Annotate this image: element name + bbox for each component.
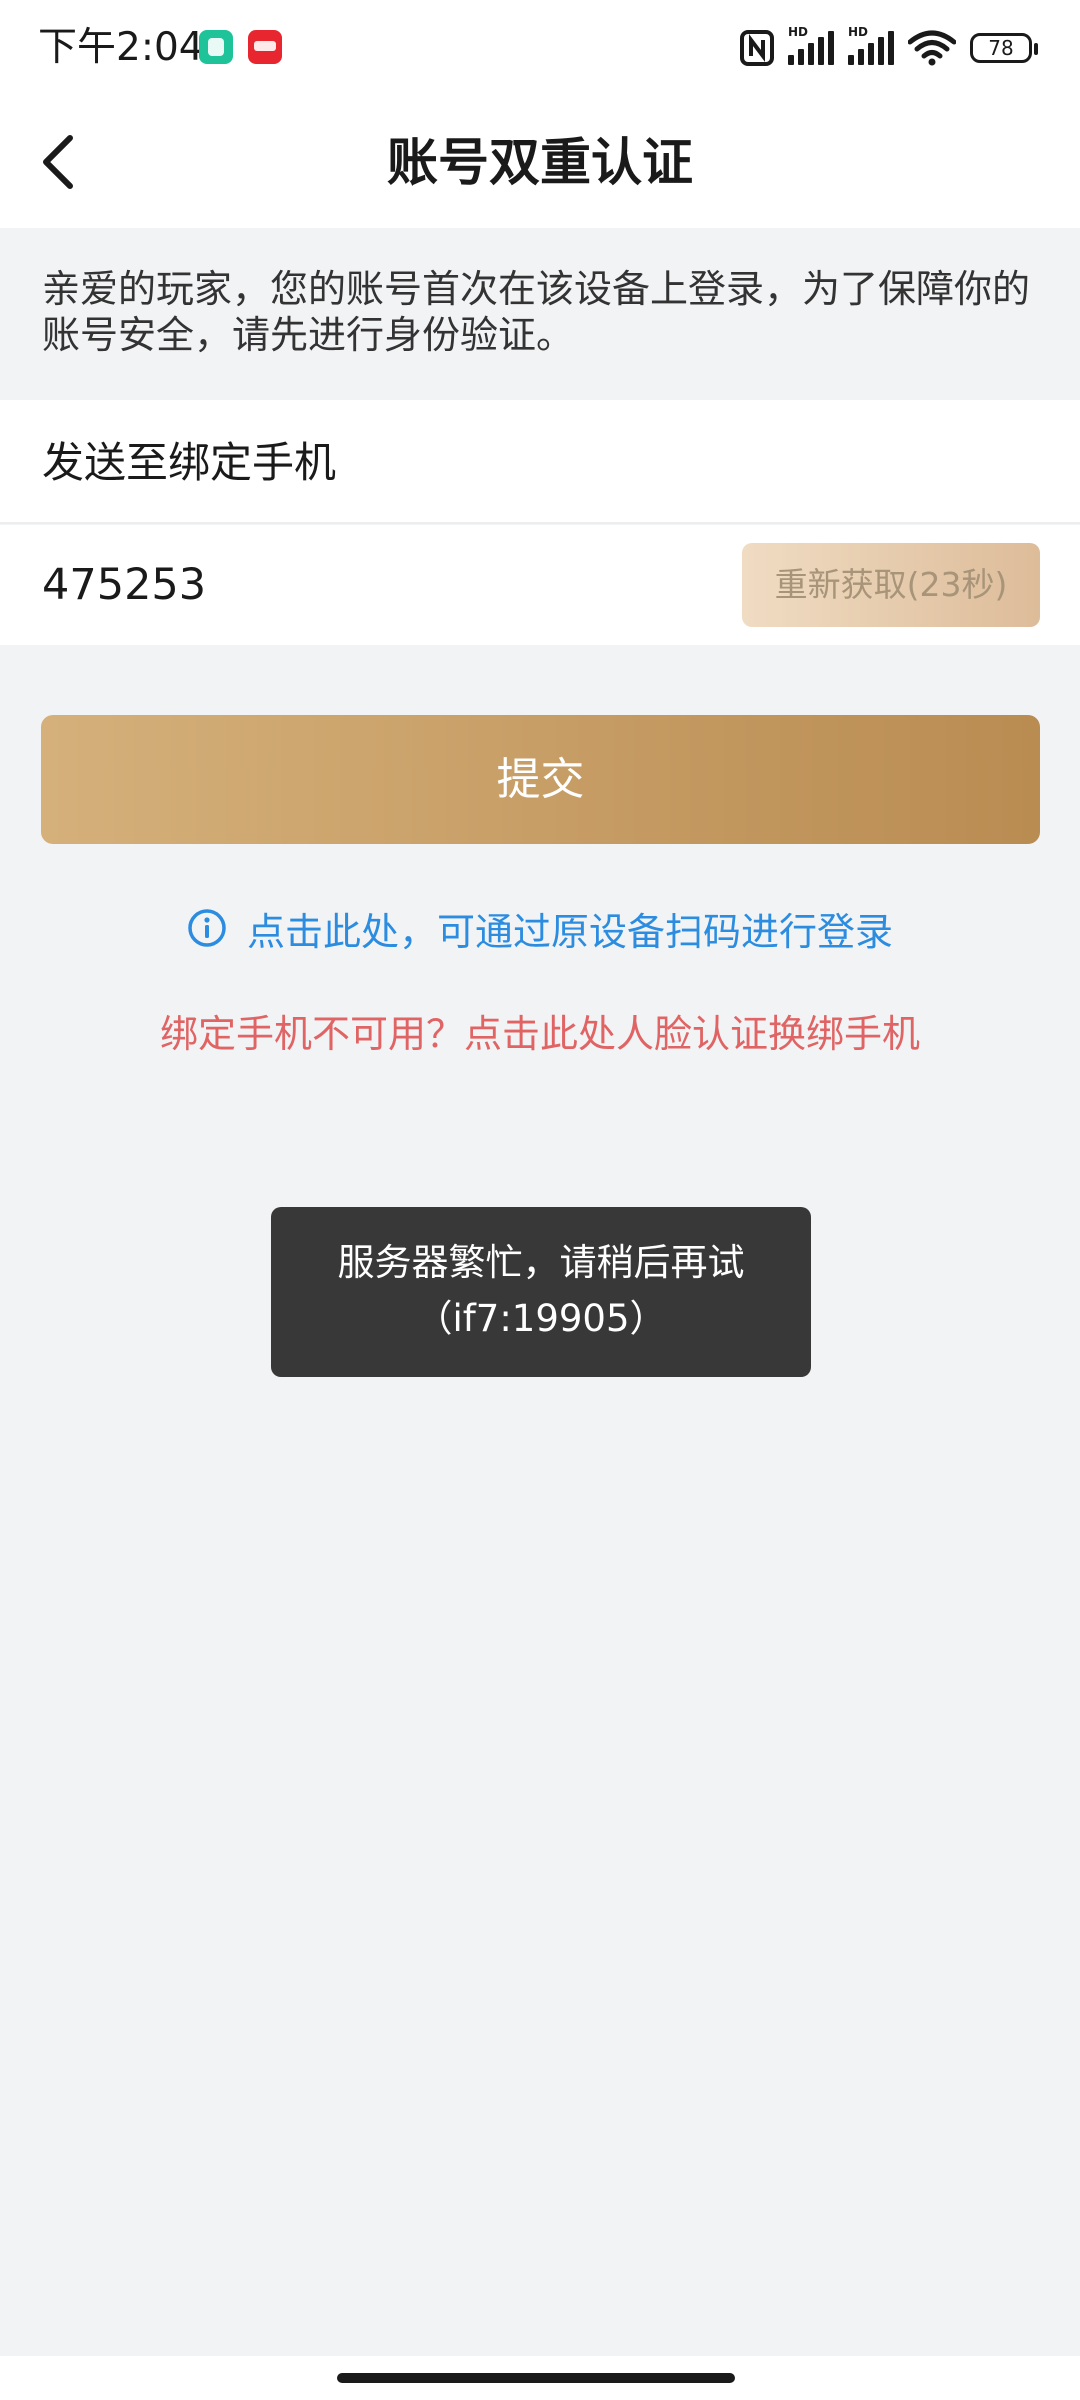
- submit-button[interactable]: 提交: [41, 715, 1040, 844]
- status-bar: 下午2:04 HD HD 78: [0, 0, 1080, 96]
- page-title: 账号双重认证: [386, 134, 693, 193]
- verification-code-input[interactable]: [42, 557, 682, 613]
- verification-code-row: 重新获取(23秒): [0, 525, 1080, 645]
- bound-phone-row: 发送至绑定手机: [0, 400, 1080, 524]
- wifi-icon: [908, 30, 956, 66]
- battery-icon: 78: [970, 33, 1038, 63]
- scan-login-link[interactable]: 点击此处，可通过原设备扫码进行登录: [0, 900, 1080, 956]
- bound-phone-label: 发送至绑定手机: [42, 438, 337, 487]
- cellular-signal-2-icon: HD: [848, 25, 894, 65]
- nfc-icon: [740, 30, 774, 66]
- info-icon: [188, 909, 226, 947]
- scan-login-text: 点击此处，可通过原设备扫码进行登录: [246, 909, 893, 954]
- error-toast: 服务器繁忙，请稍后再试（if7:19905）: [271, 1207, 811, 1377]
- resend-code-button[interactable]: 重新获取(23秒): [742, 543, 1040, 627]
- security-app-icon: [199, 30, 233, 64]
- status-time: 下午2:04: [38, 25, 204, 70]
- status-icons: HD HD 78: [740, 25, 1038, 70]
- face-rebind-link[interactable]: 绑定手机不可用？点击此处人脸认证换绑手机: [0, 1006, 1080, 1062]
- cellular-signal-icon: HD: [788, 25, 834, 65]
- news-app-icon: [248, 30, 282, 64]
- security-notice: 亲爱的玩家，您的账号首次在该设备上登录，为了保障你的账号安全，请先进行身份验证。: [0, 228, 1080, 400]
- home-indicator[interactable]: [337, 2373, 735, 2383]
- header: 账号双重认证: [0, 96, 1080, 228]
- navigation-bar: [0, 2356, 1080, 2400]
